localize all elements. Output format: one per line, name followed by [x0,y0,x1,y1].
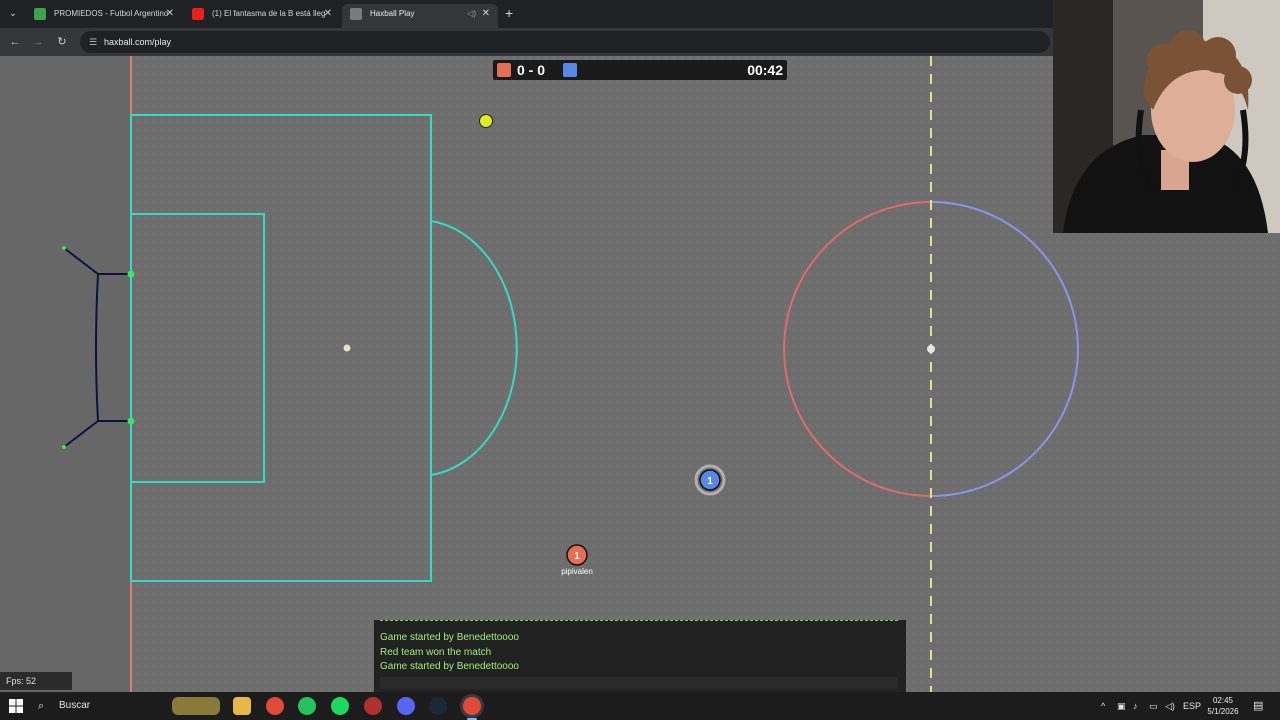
desktop-screen: ⌄ PROMIEDOS - Futbol Argentino ✕ (1) El … [0,0,1280,720]
clock-time: 02:45 [1212,696,1234,705]
chat-panel: Game started by Benedettoooo Red team wo… [374,620,906,692]
reload-icon[interactable]: ↻ [53,33,71,51]
tab-search-icon[interactable]: ⌄ [4,5,22,23]
blue-player-number: 1 [707,476,713,487]
tab-title: Haxball Play [370,9,415,18]
out-of-bounds-area [0,56,131,692]
valorant-icon[interactable] [364,697,382,715]
file-explorer-icon[interactable] [233,697,251,715]
notifications-icon[interactable]: ▤ [1253,692,1263,720]
chat-message: Red team won the match [380,647,492,658]
whatsapp-icon[interactable] [298,697,316,715]
site-info-icon[interactable]: ☰ [86,35,100,49]
system-clock[interactable]: 02:45 5/1/2026 [1200,695,1246,717]
tab-title: (1) El fantasma de la B está lleg [212,9,326,18]
tray-app-icon[interactable]: ▣ [1117,692,1126,720]
ball [479,114,493,128]
spotify-icon[interactable] [331,697,349,715]
blue-team-swatch [563,63,577,77]
player-name-label: pipivalen [561,567,593,576]
center-spot [927,345,935,353]
fps-counter: Fps: 52 [0,672,72,690]
youtube-icon [192,8,204,20]
haxball-icon [350,8,362,20]
back-icon[interactable]: ← [6,33,24,51]
webcam-overlay [1053,0,1280,233]
chat-divider [380,620,898,626]
tab-haxball[interactable]: Haxball Play ◁) ✕ [342,4,498,28]
volume-icon[interactable]: ◁) [1165,692,1175,720]
webcam-person-image [1053,0,1280,233]
chrome-icon[interactable] [266,697,284,715]
chrome-active-icon[interactable] [463,697,481,715]
score-text: 0 - 0 [517,62,546,78]
red-team-swatch [497,63,511,77]
windows-start-icon[interactable] [8,698,24,714]
close-tab-icon[interactable]: ✕ [166,4,174,24]
widgets-icon[interactable] [172,697,220,715]
chat-message: Game started by Benedettoooo [380,632,519,643]
red-player-number: 1 [574,551,580,562]
match-timer: 00:42 [747,62,783,78]
microphone-icon[interactable]: ♪ [1133,692,1138,720]
tray-overflow-icon[interactable]: ^ [1101,692,1105,720]
url-text: haxball.com/play [104,37,172,47]
windows-taskbar: ⌕ Buscar ^ ▣ ♪ ▭ ◁) ESP 02:45 5/1/2026 ▤ [0,692,1280,720]
chat-input[interactable] [380,677,898,689]
tab-promiedos[interactable]: PROMIEDOS - Futbol Argentino ✕ [26,4,182,28]
taskbar-search-box[interactable]: Buscar [59,692,90,720]
network-icon[interactable]: ▭ [1149,692,1158,720]
language-indicator[interactable]: ESP [1183,692,1201,720]
penalty-spot [343,344,351,352]
net-anchor [62,445,66,449]
scoreboard: 0 - 0 00:42 [493,60,787,80]
search-icon[interactable]: ⌕ [38,698,54,714]
forward-icon[interactable]: → [29,33,47,51]
discord-icon[interactable] [397,697,415,715]
new-tab-button[interactable]: + [505,4,513,22]
net-anchor [62,246,66,250]
steam-icon[interactable] [429,697,447,715]
tab-youtube[interactable]: (1) El fantasma de la B está lleg ✕ [184,4,340,28]
chat-message: Game started by Benedettoooo [380,661,519,672]
mute-tab-icon[interactable]: ◁) [467,4,476,24]
clock-date: 5/1/2026 [1207,707,1239,716]
promiedos-icon [34,8,46,20]
close-tab-icon[interactable]: ✕ [324,4,332,24]
address-bar[interactable]: ☰ haxball.com/play [80,31,1050,53]
close-tab-icon[interactable]: ✕ [482,4,490,24]
tab-title: PROMIEDOS - Futbol Argentino [54,9,169,18]
